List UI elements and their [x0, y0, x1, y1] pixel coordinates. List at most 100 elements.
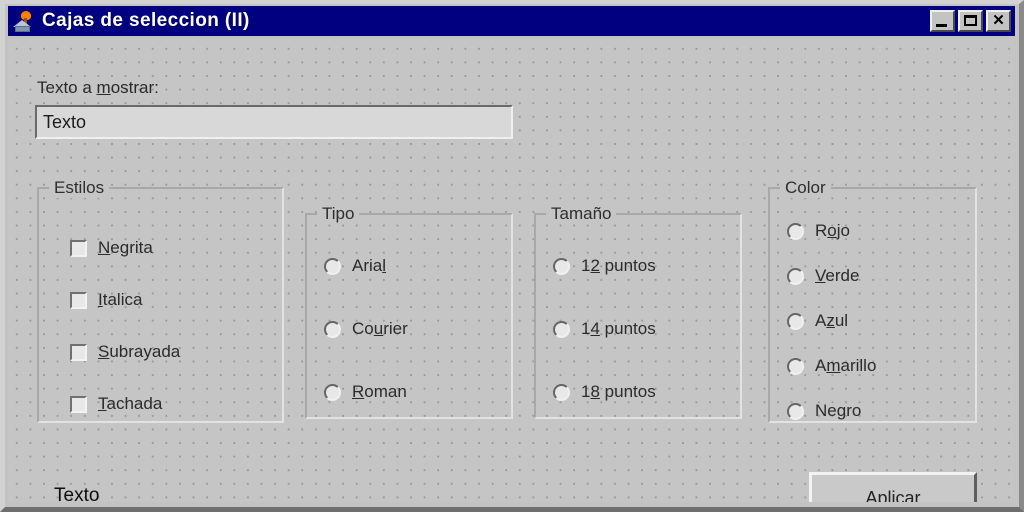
radio-courier-label: Courier: [352, 319, 408, 339]
minimize-button[interactable]: [930, 10, 955, 32]
radio-arial-label: Arial: [352, 256, 386, 276]
label-rest: rier: [383, 319, 408, 338]
group-estilos-title: Estilos: [49, 178, 110, 198]
apply-button[interactable]: Aplicar: [809, 472, 977, 502]
radio-circle-icon[interactable]: [324, 383, 341, 401]
label-rest: ro: [846, 401, 862, 420]
radio-circle-icon[interactable]: [787, 222, 804, 240]
checkbox-italica-label: Italica: [98, 290, 142, 310]
maximize-icon: [964, 15, 977, 26]
radio-courier[interactable]: Courier: [324, 319, 408, 339]
accelerator-char: 4: [590, 319, 600, 338]
radio-verde[interactable]: Verde: [787, 266, 859, 286]
checkbox-box-icon[interactable]: [70, 239, 87, 257]
maximize-button[interactable]: [958, 10, 983, 32]
label-rest: puntos: [599, 319, 656, 338]
accelerator-char: m: [826, 356, 841, 375]
title-bar[interactable]: Cajas de seleccion (II) ✕: [8, 6, 1015, 36]
radio-circle-icon[interactable]: [787, 357, 804, 375]
dialog-client-area: Texto a mostrar: Estilos Negrita Italica…: [8, 38, 1015, 502]
checkbox-tachada-label: Tachada: [98, 394, 162, 414]
checkbox-italica[interactable]: Italica: [70, 290, 142, 310]
label-rest: puntos: [599, 382, 656, 401]
accelerator-char: 2: [590, 256, 600, 275]
label-rest: ul: [834, 311, 849, 330]
label-accelerator: m: [96, 78, 111, 97]
checkbox-tachada[interactable]: Tachada: [70, 394, 162, 414]
label-pre: Aria: [352, 256, 383, 275]
radio-12-puntos[interactable]: 12 puntos: [553, 256, 656, 276]
label-rest: jo: [836, 221, 850, 240]
label-part-pre: Texto a: [37, 78, 97, 97]
accelerator-char: T: [98, 394, 107, 413]
label-part-post: ostrar:: [110, 78, 159, 97]
radio-14-puntos-label: 14 puntos: [581, 319, 656, 339]
group-tipo-items: Arial Courier Roman: [305, 213, 513, 419]
accelerator-char: o: [827, 221, 837, 240]
radio-circle-icon[interactable]: [787, 312, 804, 330]
window-title: Cajas de seleccion (II): [42, 10, 250, 31]
checkbox-box-icon[interactable]: [70, 395, 87, 413]
label-rest: puntos: [599, 256, 656, 275]
group-color-items: Rojo Verde Azul Amarillo Negro: [768, 187, 977, 423]
group-estilos: Estilos Negrita Italica Subrayada Tachad…: [37, 178, 284, 423]
radio-amarillo-label: Amarillo: [815, 356, 876, 376]
group-tipo-title: Tipo: [317, 204, 360, 224]
label-pre: Ne: [815, 401, 837, 420]
accelerator-char: V: [815, 266, 826, 285]
label-pre: A: [815, 356, 827, 375]
radio-negro[interactable]: Negro: [787, 401, 861, 421]
radio-rojo[interactable]: Rojo: [787, 221, 850, 241]
group-tamano-items: 12 puntos 14 puntos 18 puntos: [534, 213, 742, 419]
radio-amarillo[interactable]: Amarillo: [787, 356, 876, 376]
radio-arial[interactable]: Arial: [324, 256, 386, 276]
text-to-display-input[interactable]: [35, 105, 513, 139]
radio-18-puntos-label: 18 puntos: [581, 382, 656, 402]
label-rest: talica: [102, 290, 143, 309]
close-button[interactable]: ✕: [986, 10, 1011, 32]
label-rest: arillo: [840, 356, 877, 375]
radio-14-puntos[interactable]: 14 puntos: [553, 319, 656, 339]
radio-azul-label: Azul: [815, 311, 848, 331]
label-pre: R: [815, 221, 828, 240]
window-buttons: ✕: [930, 10, 1013, 32]
accelerator-char: A: [865, 488, 878, 502]
group-color-title: Color: [780, 178, 831, 198]
checkbox-negrita[interactable]: Negrita: [70, 238, 153, 258]
radio-circle-icon[interactable]: [787, 402, 804, 420]
radio-circle-icon[interactable]: [324, 320, 341, 338]
radio-circle-icon[interactable]: [553, 257, 570, 275]
group-tamano: Tamaño 12 puntos 14 puntos 18 puntos: [534, 204, 742, 419]
radio-12-puntos-label: 12 puntos: [581, 256, 656, 276]
radio-roman[interactable]: Roman: [324, 382, 407, 402]
accelerator-char: R: [352, 382, 365, 401]
radio-circle-icon[interactable]: [553, 383, 570, 401]
checkbox-subrayada-label: Subrayada: [98, 342, 180, 362]
radio-18-puntos[interactable]: 18 puntos: [553, 382, 656, 402]
radio-circle-icon[interactable]: [553, 320, 570, 338]
group-tipo: Tipo Arial Courier Roman: [305, 204, 513, 419]
text-field-label: Texto a mostrar:: [37, 78, 159, 98]
preview-text: Texto: [54, 485, 100, 502]
radio-negro-label: Negro: [815, 401, 861, 421]
accelerator-char: 8: [590, 382, 600, 401]
dialog-window: Cajas de seleccion (II) ✕ Texto a mostra…: [0, 0, 1024, 512]
group-tamano-title: Tamaño: [546, 204, 617, 224]
checkbox-box-icon[interactable]: [70, 291, 87, 309]
checkbox-subrayada[interactable]: Subrayada: [70, 342, 180, 362]
radio-circle-icon[interactable]: [787, 267, 804, 285]
label-rest: oman: [364, 382, 407, 401]
apply-button-label: plicar: [877, 488, 921, 502]
group-color: Color Rojo Verde Azul Amarillo Negro: [768, 178, 977, 423]
label-rest: egrita: [110, 238, 153, 257]
accelerator-char: l: [382, 256, 387, 275]
radio-circle-icon[interactable]: [324, 257, 341, 275]
label-rest: achada: [106, 394, 163, 413]
radio-azul[interactable]: Azul: [787, 311, 848, 331]
checkbox-box-icon[interactable]: [70, 343, 87, 361]
label-rest: erde: [825, 266, 860, 285]
accelerator-char: g: [836, 401, 847, 420]
house-app-icon: [12, 9, 36, 33]
group-estilos-items: Negrita Italica Subrayada Tachada: [37, 187, 284, 423]
accelerator-char: z: [826, 311, 835, 330]
